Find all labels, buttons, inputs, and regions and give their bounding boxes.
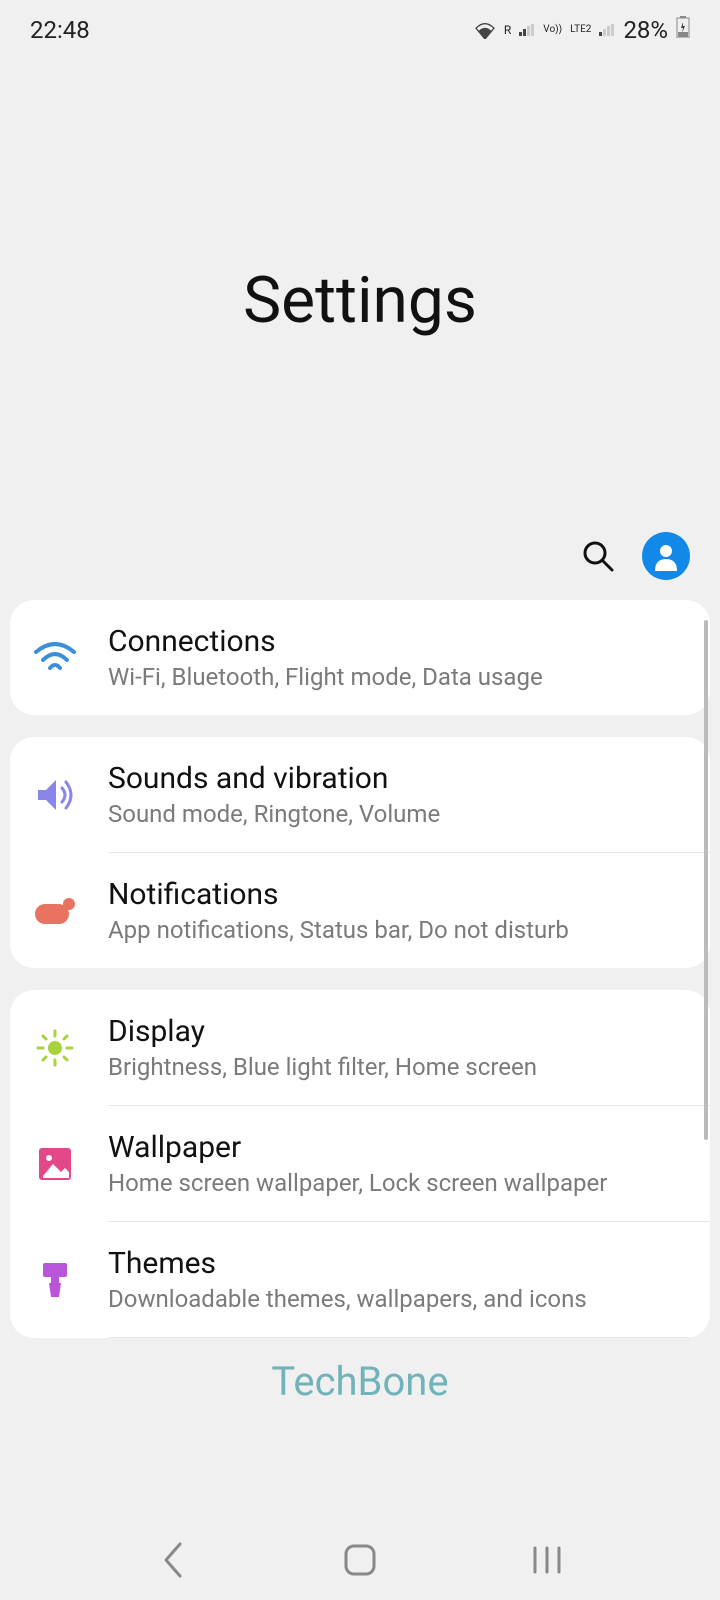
nav-home-button[interactable] [330,1530,390,1590]
header-actions [574,532,690,580]
item-display[interactable]: Display Brightness, Blue light filter, H… [10,990,710,1105]
sun-icon [32,1025,78,1071]
person-icon [651,541,681,571]
card-connections: Connections Wi-Fi, Bluetooth, Flight mod… [10,600,710,715]
search-button[interactable] [574,532,622,580]
card-sound-notif: Sounds and vibration Sound mode, Rington… [10,737,710,968]
item-title: Sounds and vibration [108,761,688,796]
item-sounds[interactable]: Sounds and vibration Sound mode, Rington… [10,737,710,852]
home-square-icon [342,1542,378,1578]
account-button[interactable] [642,532,690,580]
nav-recents-button[interactable] [517,1530,577,1590]
wifi-icon [474,21,496,39]
chevron-left-icon [160,1540,186,1580]
divider [108,1337,710,1338]
nav-bar [0,1520,720,1600]
item-title: Themes [108,1246,688,1281]
item-title: Display [108,1014,688,1049]
page-title: Settings [243,263,477,338]
item-text: Connections Wi-Fi, Bluetooth, Flight mod… [108,624,688,691]
signal-2-icon: Vo))LTE2 [543,25,591,35]
speaker-icon [32,772,78,818]
item-subtitle: App notifications, Status bar, Do not di… [108,916,688,944]
item-subtitle: Home screen wallpaper, Lock screen wallp… [108,1169,688,1197]
scroll-indicator[interactable] [704,620,708,1140]
card-display-group: Display Brightness, Blue light filter, H… [10,990,710,1338]
item-notifications[interactable]: Notifications App notifications, Status … [10,853,710,968]
item-text: Sounds and vibration Sound mode, Rington… [108,761,688,828]
watermark: TechBone [271,1358,448,1405]
item-text: Display Brightness, Blue light filter, H… [108,1014,688,1081]
signal-1-icon: R [504,24,535,36]
battery-icon [676,16,690,44]
recents-icon [529,1544,565,1576]
wifi-icon [32,635,78,681]
item-subtitle: Downloadable themes, wallpapers, and ico… [108,1285,688,1313]
picture-icon [32,1141,78,1187]
item-title: Notifications [108,877,688,912]
status-right: R Vo))LTE2 28% [474,16,690,44]
item-subtitle: Sound mode, Ringtone, Volume [108,800,688,828]
item-title: Connections [108,624,688,659]
item-themes[interactable]: Themes Downloadable themes, wallpapers, … [10,1222,710,1337]
battery-percent: 28% [623,16,668,44]
status-time: 22:48 [30,16,90,44]
item-text: Wallpaper Home screen wallpaper, Lock sc… [108,1130,688,1197]
item-subtitle: Brightness, Blue light filter, Home scre… [108,1053,688,1081]
signal-bars-icon [599,24,615,36]
item-connections[interactable]: Connections Wi-Fi, Bluetooth, Flight mod… [10,600,710,715]
settings-list: Connections Wi-Fi, Bluetooth, Flight mod… [0,600,720,1338]
brush-icon [32,1257,78,1303]
search-icon [580,538,616,574]
item-text: Themes Downloadable themes, wallpapers, … [108,1246,688,1313]
item-title: Wallpaper [108,1130,688,1165]
item-wallpaper[interactable]: Wallpaper Home screen wallpaper, Lock sc… [10,1106,710,1221]
nav-back-button[interactable] [143,1530,203,1590]
status-bar: 22:48 R Vo))LTE2 28% [0,0,720,60]
item-subtitle: Wi-Fi, Bluetooth, Flight mode, Data usag… [108,663,688,691]
item-text: Notifications App notifications, Status … [108,877,688,944]
header-area: Settings [0,60,720,600]
notification-icon [32,888,78,934]
